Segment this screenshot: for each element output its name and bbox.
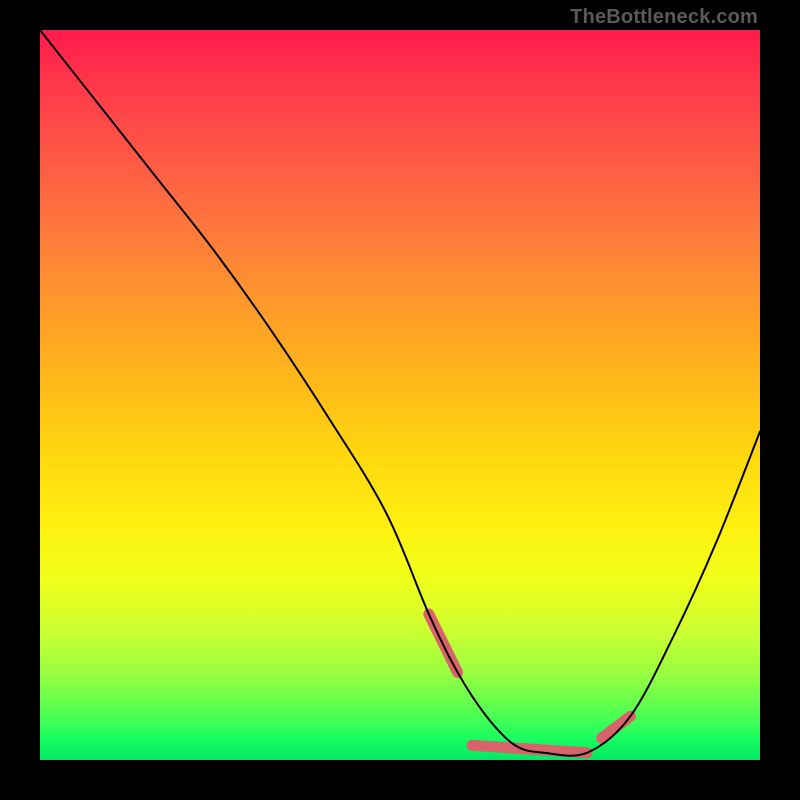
highlight-right-shoulder	[602, 716, 631, 738]
highlight-valley-floor	[472, 745, 587, 752]
chart-frame: TheBottleneck.com	[0, 0, 800, 800]
curve-layer	[40, 30, 760, 760]
plot-area	[40, 30, 760, 760]
highlight-left-shoulder	[429, 614, 458, 672]
bottleneck-curve	[40, 30, 760, 756]
watermark-text: TheBottleneck.com	[570, 6, 758, 29]
